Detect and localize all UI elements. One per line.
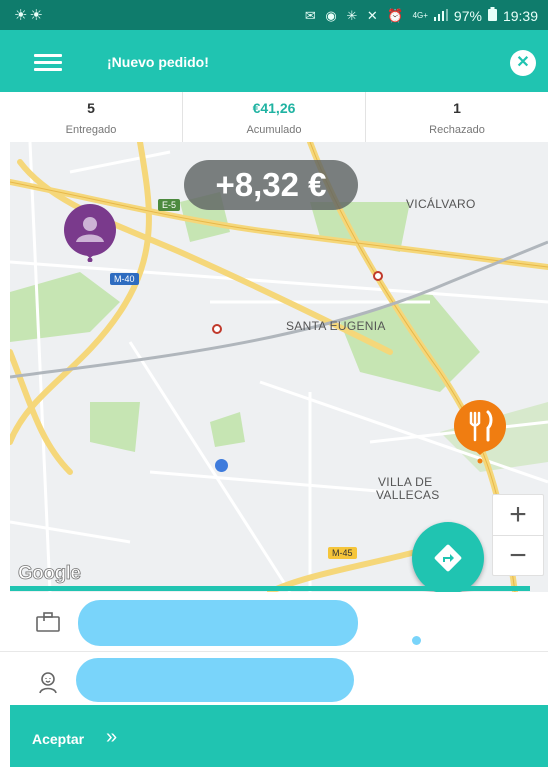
battery-percent: 97% — [453, 7, 482, 24]
status-bar: ☀☀ ✉ ◉ ✳ ✕ ⏰ 4G+ 97% 19:39 — [0, 0, 548, 30]
road-shield-e5: E-5 — [158, 199, 181, 211]
map-view[interactable]: +8,32 € E-5 M-40 M-45 VICÁLVARO SANTA EU… — [10, 142, 548, 592]
map-label-vallecas: VALLECAS — [376, 488, 440, 502]
customer-location-pin[interactable] — [56, 202, 124, 263]
stat-value: 1 — [453, 100, 461, 116]
stat-accumulated: €41,26 Acumulado — [182, 92, 365, 142]
hamburger-menu-icon[interactable] — [34, 54, 62, 71]
briefcase-icon — [34, 608, 62, 636]
indicator-dot — [412, 636, 421, 645]
close-icon[interactable]: ✕ — [510, 50, 536, 76]
current-location-dot — [215, 459, 228, 472]
stat-label: Acumulado — [246, 124, 302, 136]
stats-bar: 5 Entregado €41,26 Acumulado 1 Rechazado — [0, 92, 548, 142]
status-icons: ✉ ◉ ✳ ✕ ⏰ 4G+ 97% 19:39 — [305, 7, 538, 24]
page-title: ¡Nuevo pedido! — [107, 54, 209, 70]
order-detail-row[interactable] — [0, 596, 548, 652]
network-type: 4G+ — [412, 10, 428, 20]
customer-detail-row[interactable] — [0, 656, 548, 712]
map-label-vicalvaro: VICÁLVARO — [406, 197, 476, 211]
zoom-out-button[interactable]: − — [493, 535, 543, 575]
directions-button[interactable] — [412, 522, 484, 592]
stat-delivered: 5 Entregado — [0, 92, 182, 142]
map-label-santa-eugenia: SANTA EUGENIA — [286, 319, 386, 333]
redacted-info — [76, 658, 354, 702]
clock: 19:39 — [502, 7, 538, 24]
stat-label: Rechazado — [429, 124, 485, 136]
system-icons: ✉ ◉ ✳ ✕ ⏰ — [304, 7, 407, 23]
signal-icon — [433, 8, 448, 24]
notification-icons: ☀☀ — [14, 7, 45, 24]
road-shield-m45: M-45 — [328, 547, 357, 559]
restaurant-location-pin[interactable] — [446, 398, 514, 464]
stat-rejected: 1 Rechazado — [365, 92, 548, 142]
stat-value: 5 — [87, 100, 95, 116]
accept-label: Aceptar — [32, 731, 85, 747]
road-shield-m40: M-40 — [110, 273, 139, 285]
redacted-info — [78, 600, 358, 646]
person-icon — [34, 668, 62, 696]
map-divider — [10, 586, 530, 591]
zoom-controls: + − — [492, 494, 544, 576]
chevron-right-double-icon: » — [106, 726, 118, 748]
earnings-badge: +8,32 € — [184, 160, 358, 210]
stat-label: Entregado — [65, 124, 117, 136]
zoom-in-button[interactable]: + — [493, 495, 543, 535]
app-bar: ¡Nuevo pedido! ✕ — [0, 30, 548, 92]
directions-icon — [434, 544, 462, 572]
accept-button[interactable]: Aceptar » — [10, 705, 548, 767]
battery-icon — [487, 7, 497, 24]
stat-value: €41,26 — [252, 100, 296, 116]
map-label-villa-de: VILLA DE — [378, 475, 433, 489]
google-logo: Google — [18, 563, 82, 585]
